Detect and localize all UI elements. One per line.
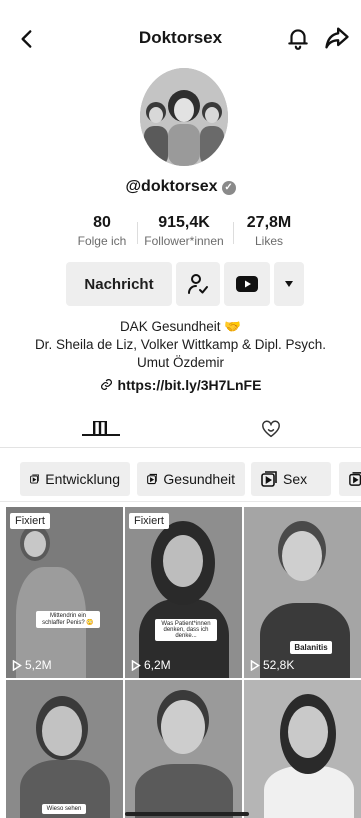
- video-thumbnail-face: [42, 706, 82, 756]
- video-tile[interactable]: Wieso sehen: [6, 680, 123, 818]
- stat-likes[interactable]: 27,8M Likes: [242, 214, 296, 248]
- pinned-badge: Fixiert: [10, 513, 50, 529]
- stat-divider: [137, 222, 138, 244]
- bio-line: Umut Özdemir: [136, 355, 224, 370]
- stat-followers[interactable]: 915,4K Follower*innen: [142, 214, 226, 248]
- video-caption: Wieso sehen: [42, 804, 86, 814]
- stat-label: Folge ich: [77, 234, 127, 248]
- playlist-chip-label: Entwicklung: [45, 471, 120, 487]
- video-thumbnail-face: [161, 700, 205, 754]
- play-icon: [250, 659, 260, 671]
- video-view-count: 5,2M: [25, 658, 52, 672]
- pinned-badge: Fixiert: [129, 513, 169, 529]
- more-options-button[interactable]: [274, 262, 304, 306]
- following-button[interactable]: [176, 262, 220, 306]
- back-icon[interactable]: [14, 26, 40, 52]
- caret-down-icon: [285, 281, 293, 287]
- video-caption: Mittendrin ein schlaffer Penis? 😳: [36, 611, 100, 628]
- video-thumbnail-person: [135, 764, 233, 818]
- playlist-icon: [349, 472, 361, 486]
- stat-value: 27,8M: [246, 214, 292, 231]
- playlist-chip-gesundheit[interactable]: Gesundheit: [137, 462, 245, 496]
- video-thumbnail-face: [24, 531, 46, 557]
- stat-value: 80: [93, 214, 111, 231]
- playlist-chip-more[interactable]: [339, 462, 361, 496]
- video-grid: Fixiert Mittendrin ein schlaffer Penis? …: [6, 507, 361, 818]
- video-views: 5,2M: [12, 658, 52, 672]
- profile-screen: Doktorsex @doktorsex ✓ 80 Folge ich 915,…: [0, 0, 361, 818]
- bio-line: Dr. Sheila de Liz, Volker Wittkamp & Dip…: [34, 337, 327, 352]
- stat-following[interactable]: 80 Folge ich: [74, 214, 130, 248]
- user-check-icon: [188, 274, 208, 294]
- stat-label: Likes: [254, 234, 283, 248]
- youtube-button[interactable]: [224, 262, 270, 306]
- avatar[interactable]: [140, 68, 228, 166]
- video-caption: Was Patient*innen denken, dass ich denke…: [155, 619, 217, 641]
- youtube-icon: [236, 276, 258, 292]
- profile-bio: DAK Gesundheit 🤝 Dr. Sheila de Liz, Volk…: [0, 318, 361, 372]
- profile-stats: 80 Folge ich 915,4K Follower*innen 27,8M…: [54, 214, 314, 254]
- active-tab-indicator: [82, 434, 120, 436]
- play-icon: [131, 659, 141, 671]
- video-views: 6,2M: [131, 658, 171, 672]
- home-indicator: [125, 812, 249, 816]
- video-thumbnail-face: [282, 531, 322, 581]
- stat-divider: [233, 222, 234, 244]
- bell-icon[interactable]: [285, 24, 311, 52]
- video-thumbnail-face: [288, 706, 328, 758]
- profile-handle-row: @doktorsex ✓: [0, 178, 361, 196]
- playlist-chip-label: Gesundheit: [163, 471, 235, 487]
- profile-link[interactable]: https://bit.ly/3H7LnFE: [0, 377, 361, 393]
- top-bar: Doktorsex: [0, 12, 361, 64]
- video-tile[interactable]: [125, 680, 242, 818]
- video-tile[interactable]: [244, 680, 361, 818]
- content-tabs: [0, 410, 361, 448]
- bio-line: DAK Gesundheit 🤝: [119, 319, 242, 334]
- playlist-icon: [261, 471, 277, 487]
- heart-hidden-icon: [261, 420, 280, 438]
- message-button[interactable]: Nachricht: [66, 262, 172, 306]
- link-icon: [100, 379, 112, 390]
- video-view-count: 6,2M: [144, 658, 171, 672]
- stat-value: 915,4K: [158, 214, 210, 231]
- video-caption: Balanitis: [290, 641, 332, 654]
- play-icon: [12, 659, 22, 671]
- video-tile[interactable]: Fixiert Was Patient*innen denken, dass i…: [125, 507, 242, 678]
- tab-liked[interactable]: [180, 410, 361, 448]
- playlist-chip-entwicklung[interactable]: Entwicklung: [20, 462, 130, 496]
- video-view-count: 52,8K: [263, 658, 295, 672]
- playlist-icon: [30, 474, 40, 484]
- video-thumbnail-face: [163, 535, 203, 587]
- tab-videos[interactable]: [10, 410, 190, 448]
- video-tile[interactable]: Balanitis 52,8K: [244, 507, 361, 678]
- video-views: 52,8K: [250, 658, 294, 672]
- playlist-chips: Entwicklung Gesundheit Sex: [0, 458, 361, 502]
- playlist-icon: [147, 473, 158, 485]
- profile-handle: @doktorsex: [125, 178, 218, 195]
- playlist-chip-label: Sex: [283, 471, 308, 487]
- video-tile[interactable]: Fixiert Mittendrin ein schlaffer Penis? …: [6, 507, 123, 678]
- profile-link-text: https://bit.ly/3H7LnFE: [117, 377, 262, 393]
- share-icon[interactable]: [323, 24, 351, 52]
- playlist-chip-sex[interactable]: Sex: [251, 462, 331, 496]
- stat-label: Follower*innen: [144, 234, 224, 248]
- verified-badge-icon: ✓: [221, 181, 236, 195]
